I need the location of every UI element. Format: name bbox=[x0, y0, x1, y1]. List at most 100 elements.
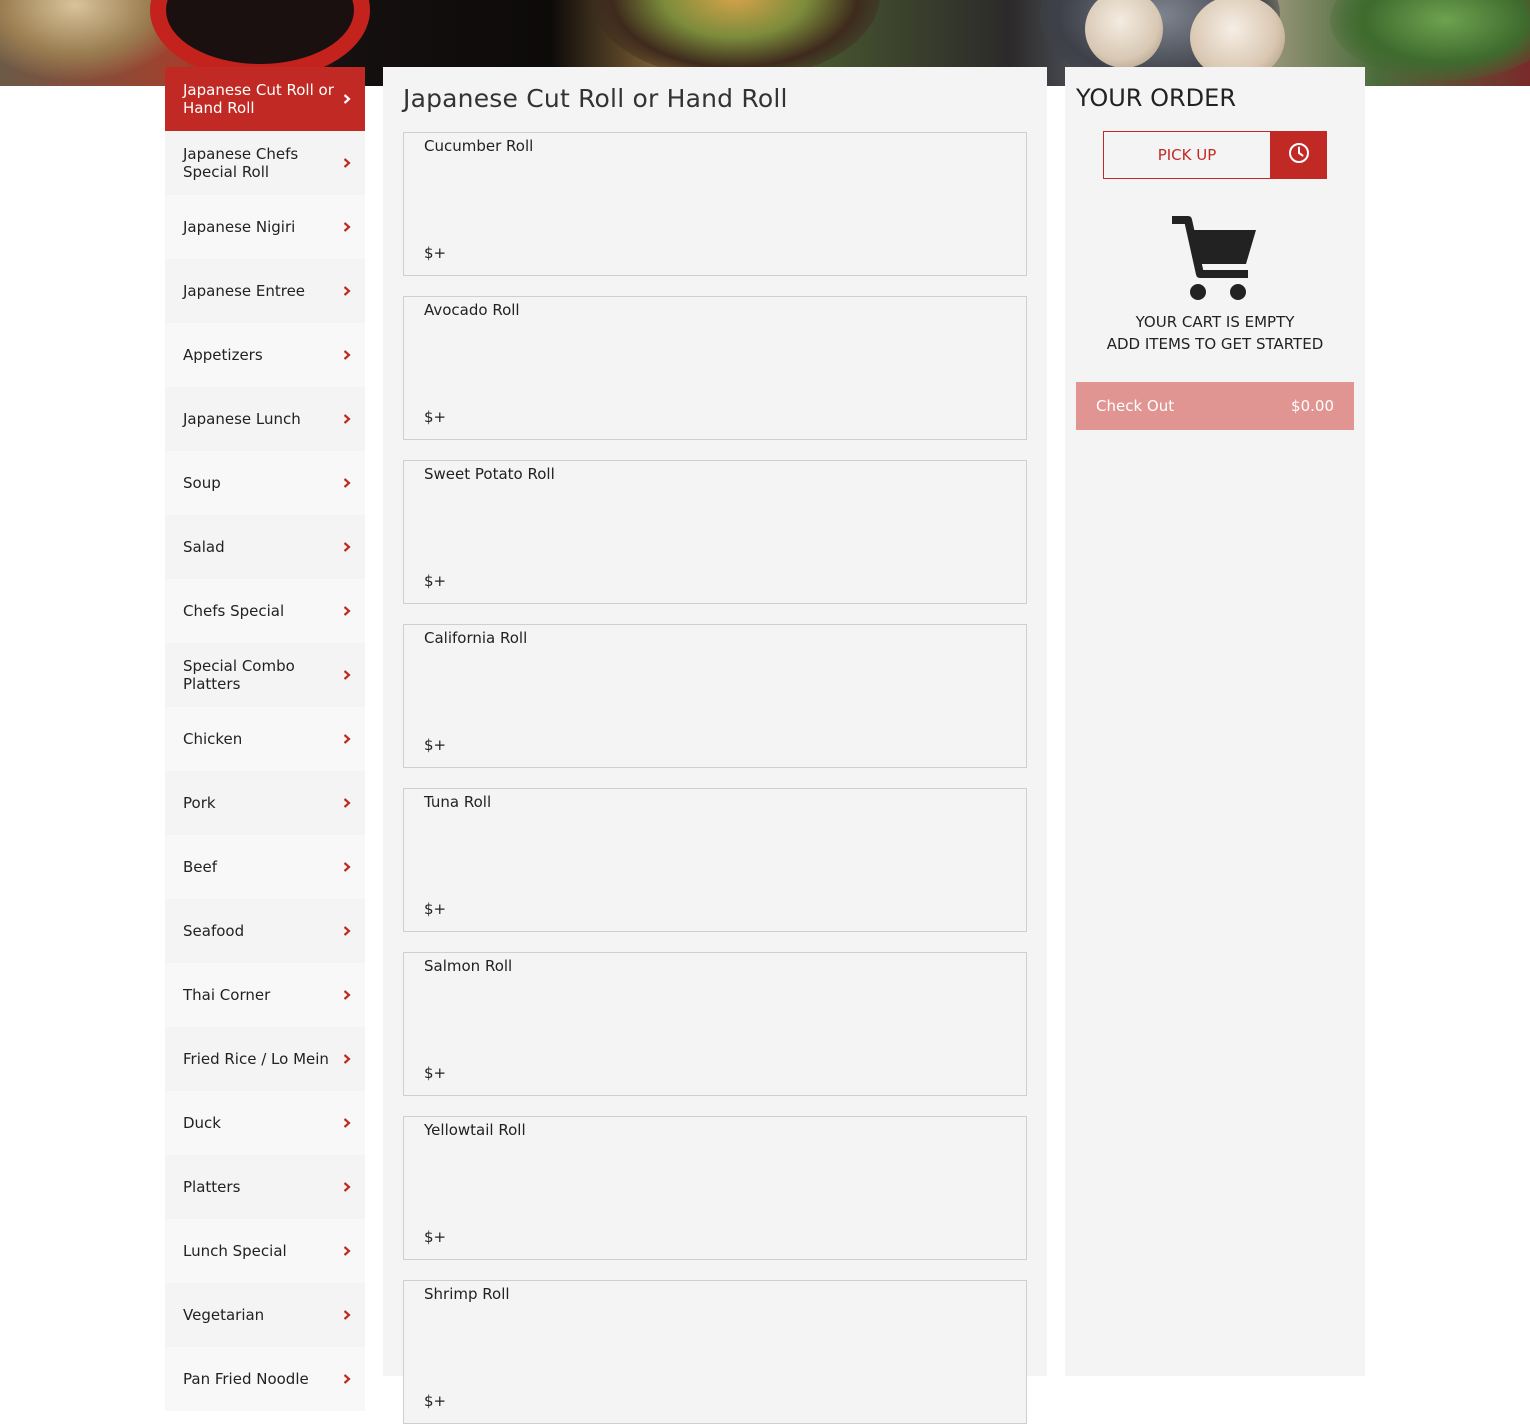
chevron-right-icon bbox=[343, 670, 351, 680]
sidebar-category-label: Japanese Cut Roll or Hand Roll bbox=[183, 81, 334, 117]
menu-item-name: Cucumber Roll bbox=[424, 137, 534, 155]
menu-item-name: Avocado Roll bbox=[424, 301, 520, 319]
sidebar-category-label: Japanese Nigiri bbox=[183, 218, 296, 236]
pickup-selector: PICK UP bbox=[1103, 131, 1327, 179]
sidebar-category[interactable]: Vegetarian bbox=[165, 1283, 365, 1347]
sidebar-category-label: Fried Rice / Lo Mein bbox=[183, 1050, 329, 1068]
sidebar-category[interactable]: Japanese Entree bbox=[165, 259, 365, 323]
menu-item-card[interactable]: Tuna Roll $+ bbox=[403, 788, 1027, 932]
menu-item-price: $+ bbox=[424, 1064, 447, 1082]
menu-item-card[interactable]: Salmon Roll $+ bbox=[403, 952, 1027, 1096]
sidebar-category[interactable]: Japanese Cut Roll or Hand Roll bbox=[165, 67, 365, 131]
chevron-right-icon bbox=[343, 926, 351, 936]
sidebar-category-label: Chicken bbox=[183, 730, 243, 748]
sidebar-category-label: Japanese Chefs Special Roll bbox=[183, 145, 299, 181]
sidebar-category[interactable]: Japanese Lunch bbox=[165, 387, 365, 451]
menu-item-name: Tuna Roll bbox=[424, 793, 492, 811]
menu-item-list: Cucumber Roll $+ Avocado Roll $+ Sweet P… bbox=[403, 132, 1027, 1424]
menu-item-name: Shrimp Roll bbox=[424, 1285, 510, 1303]
chevron-right-icon bbox=[343, 606, 351, 616]
chevron-right-icon bbox=[343, 1118, 351, 1128]
sidebar-category[interactable]: Beef bbox=[165, 835, 365, 899]
empty-cart-line2: ADD ITEMS TO GET STARTED bbox=[1106, 335, 1324, 353]
sidebar-category[interactable]: Appetizers bbox=[165, 323, 365, 387]
chevron-right-icon bbox=[343, 222, 351, 232]
menu-item-price: $+ bbox=[424, 736, 447, 754]
sidebar-category-label: Japanese Entree bbox=[183, 282, 306, 300]
schedule-time-button[interactable] bbox=[1271, 131, 1327, 179]
sidebar-category-label: Special Combo Platters bbox=[183, 657, 295, 693]
sidebar-category-label: Japanese Lunch bbox=[183, 410, 301, 428]
sidebar-category-label: Seafood bbox=[183, 922, 245, 940]
sidebar-category-label: Chefs Special bbox=[183, 602, 285, 620]
menu-item-card[interactable]: Cucumber Roll $+ bbox=[403, 132, 1027, 276]
sidebar-category-label: Vegetarian bbox=[183, 1306, 265, 1324]
menu-item-card[interactable]: Yellowtail Roll $+ bbox=[403, 1116, 1027, 1260]
chevron-right-icon bbox=[343, 1054, 351, 1064]
order-panel: YOUR ORDER PICK UP YOUR CART IS EMPTY AD… bbox=[1065, 67, 1365, 1376]
chevron-right-icon bbox=[343, 478, 351, 488]
chevron-right-icon bbox=[343, 158, 351, 168]
sidebar-category[interactable]: Fried Rice / Lo Mein bbox=[165, 1027, 365, 1091]
chevron-right-icon bbox=[343, 94, 351, 104]
empty-cart-line1: YOUR CART IS EMPTY bbox=[1135, 313, 1295, 331]
sidebar-category[interactable]: Duck bbox=[165, 1091, 365, 1155]
chevron-right-icon bbox=[343, 414, 351, 424]
category-sidebar: Japanese Cut Roll or Hand Roll Japanese … bbox=[165, 67, 365, 1411]
sidebar-category[interactable]: Thai Corner bbox=[165, 963, 365, 1027]
sidebar-category-label: Appetizers bbox=[183, 346, 263, 364]
sidebar-category[interactable]: Pork bbox=[165, 771, 365, 835]
order-title: YOUR ORDER bbox=[1076, 84, 1236, 112]
chevron-right-icon bbox=[343, 1182, 351, 1192]
chevron-right-icon bbox=[343, 990, 351, 1000]
sidebar-category[interactable]: Pan Fried Noodle bbox=[165, 1347, 365, 1411]
checkout-label: Check Out bbox=[1096, 397, 1175, 415]
menu-item-price: $+ bbox=[424, 900, 447, 918]
section-title: Japanese Cut Roll or Hand Roll bbox=[403, 84, 788, 113]
pickup-button[interactable]: PICK UP bbox=[1103, 131, 1271, 179]
menu-item-price: $+ bbox=[424, 572, 447, 590]
sidebar-category[interactable]: Seafood bbox=[165, 899, 365, 963]
shopping-cart-icon bbox=[1170, 216, 1260, 302]
menu-item-price: $+ bbox=[424, 1392, 447, 1410]
sidebar-category-label: Pan Fried Noodle bbox=[183, 1370, 309, 1388]
chevron-right-icon bbox=[343, 350, 351, 360]
sidebar-category[interactable]: Salad bbox=[165, 515, 365, 579]
sidebar-category[interactable]: Soup bbox=[165, 451, 365, 515]
chevron-right-icon bbox=[343, 542, 351, 552]
chevron-right-icon bbox=[343, 286, 351, 296]
sidebar-category-label: Beef bbox=[183, 858, 218, 876]
menu-item-card[interactable]: California Roll $+ bbox=[403, 624, 1027, 768]
sidebar-category-label: Pork bbox=[183, 794, 216, 812]
sidebar-category-label: Soup bbox=[183, 474, 221, 492]
sidebar-category[interactable]: Japanese Nigiri bbox=[165, 195, 365, 259]
chevron-right-icon bbox=[343, 1310, 351, 1320]
menu-item-name: Salmon Roll bbox=[424, 957, 513, 975]
menu-item-card[interactable]: Shrimp Roll $+ bbox=[403, 1280, 1027, 1424]
menu-item-price: $+ bbox=[424, 1228, 447, 1246]
empty-cart-message: YOUR CART IS EMPTY ADD ITEMS TO GET STAR… bbox=[1076, 311, 1354, 355]
chevron-right-icon bbox=[343, 798, 351, 808]
sidebar-category-label: Salad bbox=[183, 538, 225, 556]
sidebar-category[interactable]: Chicken bbox=[165, 707, 365, 771]
menu-item-price: $+ bbox=[424, 408, 447, 426]
menu-item-price: $+ bbox=[424, 244, 447, 262]
clock-icon bbox=[1288, 142, 1310, 168]
sidebar-category-label: Platters bbox=[183, 1178, 241, 1196]
chevron-right-icon bbox=[343, 734, 351, 744]
sidebar-category-label: Duck bbox=[183, 1114, 221, 1132]
menu-item-card[interactable]: Sweet Potato Roll $+ bbox=[403, 460, 1027, 604]
sidebar-category[interactable]: Special Combo Platters bbox=[165, 643, 365, 707]
sidebar-category[interactable]: Lunch Special bbox=[165, 1219, 365, 1283]
menu-item-name: Sweet Potato Roll bbox=[424, 465, 555, 483]
menu-item-name: Yellowtail Roll bbox=[424, 1121, 526, 1139]
sidebar-category[interactable]: Japanese Chefs Special Roll bbox=[165, 131, 365, 195]
menu-item-card[interactable]: Avocado Roll $+ bbox=[403, 296, 1027, 440]
menu-section: Japanese Cut Roll or Hand Roll Cucumber … bbox=[383, 67, 1047, 1424]
checkout-button[interactable]: Check Out $0.00 bbox=[1076, 382, 1354, 430]
sidebar-category[interactable]: Platters bbox=[165, 1155, 365, 1219]
checkout-total: $0.00 bbox=[1291, 397, 1334, 415]
sidebar-category-label: Thai Corner bbox=[183, 986, 271, 1004]
chevron-right-icon bbox=[343, 1246, 351, 1256]
sidebar-category[interactable]: Chefs Special bbox=[165, 579, 365, 643]
